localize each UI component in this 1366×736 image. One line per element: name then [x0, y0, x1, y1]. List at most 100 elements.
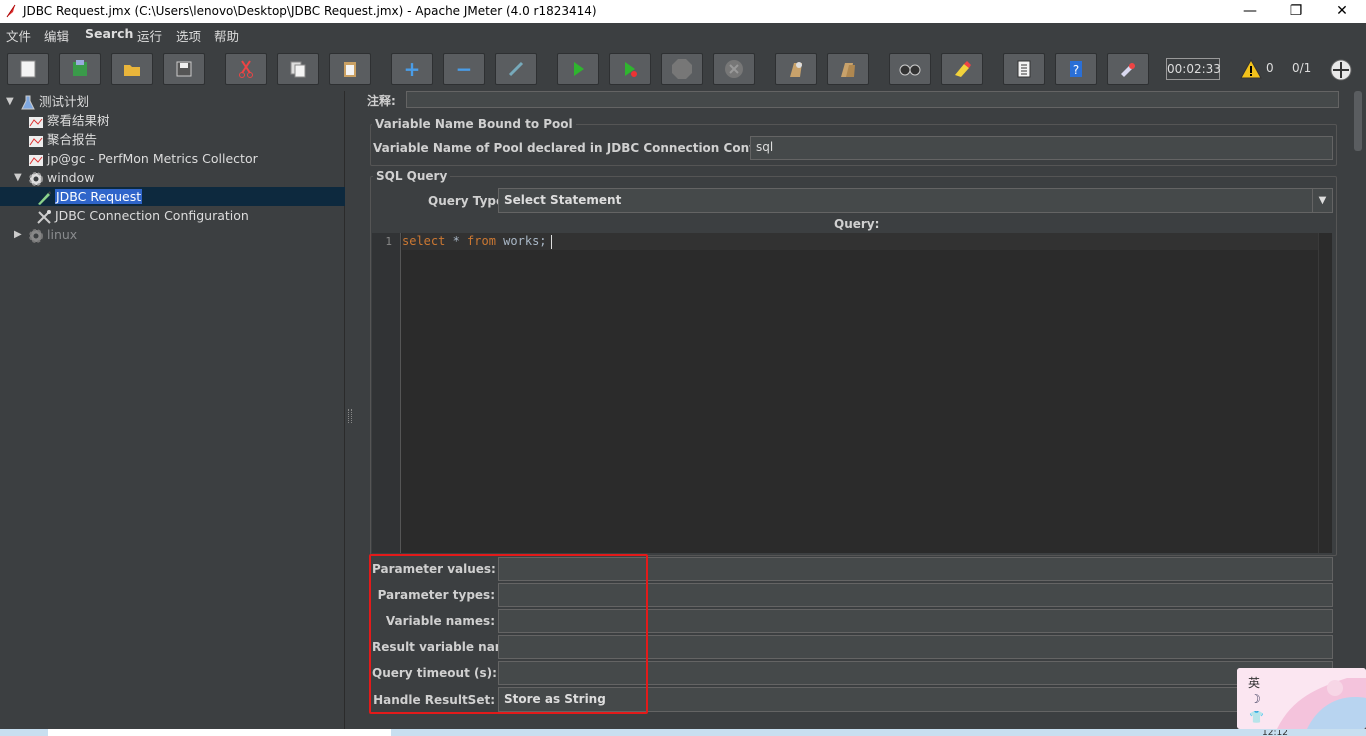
- main-vertical-scrollbar[interactable]: [1350, 91, 1366, 729]
- sql-keyword-select: select: [402, 234, 446, 248]
- new-icon: [20, 60, 36, 78]
- remote-button[interactable]: [1107, 53, 1149, 85]
- reset-search-button[interactable]: [941, 53, 983, 85]
- expand-all-button[interactable]: +: [391, 53, 433, 85]
- toggle-button[interactable]: [495, 53, 537, 85]
- new-button[interactable]: [7, 53, 49, 85]
- clear-icon: [790, 62, 802, 77]
- comments-field[interactable]: [406, 91, 1339, 108]
- menu-file[interactable]: 文件: [6, 26, 31, 45]
- start-no-pause-button[interactable]: [609, 53, 651, 85]
- restore-button[interactable]: ❐: [1273, 1, 1319, 22]
- taskbar-search[interactable]: [48, 729, 391, 736]
- taskbar-clock: 12:12: [1262, 730, 1288, 736]
- window-title: JDBC Request.jmx (C:\Users\lenovo\Deskto…: [23, 4, 597, 18]
- clear-all-button[interactable]: [827, 53, 869, 85]
- paste-icon: [344, 62, 356, 77]
- config-icon: [37, 209, 51, 224]
- collapse-icon: −: [455, 57, 473, 81]
- templates-button[interactable]: [59, 53, 101, 85]
- tree-node-aggregate-report[interactable]: 聚合报告: [0, 130, 345, 149]
- tree-node-test-plan[interactable]: ▼ 测试计划: [0, 92, 345, 111]
- start-icon: [574, 62, 584, 76]
- warning-icon[interactable]: [1240, 59, 1262, 79]
- collapse-arrow-icon[interactable]: ▼: [6, 92, 14, 111]
- splitter-grip[interactable]: [348, 409, 352, 423]
- ime-widget[interactable]: 英 ☽ 👕: [1237, 668, 1366, 729]
- tree-node-label: jp@gc - PerfMon Metrics Collector: [47, 151, 258, 166]
- panel-splitter[interactable]: [345, 91, 355, 729]
- ime-language[interactable]: 英: [1248, 674, 1260, 691]
- shutdown-button[interactable]: [713, 53, 755, 85]
- stop-icon: [672, 59, 692, 79]
- sql-text-table: works;: [495, 234, 547, 248]
- copy-icon: [290, 61, 306, 78]
- open-button[interactable]: [111, 53, 153, 85]
- tree-node-linux[interactable]: ▶ linux: [0, 225, 345, 244]
- tree-node-label: linux: [47, 227, 78, 242]
- tree-node-window[interactable]: ▼ window: [0, 168, 345, 187]
- editor-scrollbar[interactable]: [1318, 233, 1332, 553]
- tree-node-label: window: [47, 170, 95, 185]
- sql-text: *: [445, 234, 468, 248]
- tree-node-jdbc-connection-config[interactable]: JDBC Connection Configuration: [0, 206, 345, 225]
- chevron-down-icon[interactable]: ▼: [1312, 189, 1332, 212]
- help-icon: ?: [1070, 61, 1082, 77]
- query-label: Query:: [834, 217, 880, 231]
- tree-node-jdbc-request[interactable]: JDBC Request: [0, 187, 345, 206]
- search-button[interactable]: [889, 53, 931, 85]
- jmeter-feather-icon: [6, 4, 16, 18]
- menu-edit[interactable]: 编辑: [44, 26, 69, 45]
- remote-global-icon[interactable]: [1329, 58, 1353, 82]
- test-plan-icon: [21, 95, 35, 109]
- text-caret: [550, 234, 552, 249]
- svg-text:?: ?: [1073, 63, 1079, 77]
- listener-icon: [29, 135, 43, 147]
- title-bar: JDBC Request.jmx (C:\Users\lenovo\Deskto…: [0, 0, 1366, 23]
- menu-options[interactable]: 选项: [176, 26, 201, 45]
- menu-run[interactable]: 运行: [137, 26, 162, 45]
- paste-button[interactable]: [329, 53, 371, 85]
- expand-arrow-icon[interactable]: ▶: [14, 225, 22, 244]
- toolbar: + − ? 00:02:33 0 0/1: [0, 45, 1366, 91]
- start-button[interactable]: [557, 53, 599, 85]
- expand-icon: +: [403, 57, 421, 81]
- function-helper-icon: [1017, 60, 1031, 78]
- copy-button[interactable]: [277, 53, 319, 85]
- templates-icon: [73, 60, 87, 76]
- pool-group-title: Variable Name Bound to Pool: [372, 117, 576, 131]
- test-plan-tree: ▼ 测试计划 察看结果树 聚合报告 jp@gc - PerfMon Metric…: [0, 91, 345, 729]
- save-button[interactable]: [163, 53, 205, 85]
- tree-node-perfmon-collector[interactable]: jp@gc - PerfMon Metrics Collector: [0, 149, 345, 168]
- pool-variable-input[interactable]: sql: [750, 136, 1333, 160]
- query-editor[interactable]: 1 select * from works;: [372, 233, 1332, 553]
- listener-icon: [29, 116, 43, 128]
- tree-node-view-results-tree[interactable]: 察看结果树: [0, 111, 345, 130]
- menu-search[interactable]: Search: [85, 26, 133, 41]
- reset-search-icon: [955, 61, 971, 77]
- query-type-label: Query Type:: [428, 194, 509, 208]
- moon-icon[interactable]: ☽: [1250, 692, 1261, 706]
- stop-button[interactable]: [661, 53, 703, 85]
- listener-icon: [29, 154, 43, 166]
- collapse-arrow-icon[interactable]: ▼: [14, 168, 22, 187]
- query-text[interactable]: select * from works;: [402, 234, 552, 249]
- minimize-button[interactable]: —: [1227, 1, 1273, 22]
- close-button[interactable]: ✕: [1319, 1, 1365, 22]
- collapse-all-button[interactable]: −: [443, 53, 485, 85]
- open-icon: [124, 65, 140, 76]
- active-threads: 0/1: [1292, 61, 1312, 75]
- shirt-icon[interactable]: 👕: [1249, 710, 1264, 724]
- sql-keyword-from: from: [467, 234, 496, 248]
- clear-button[interactable]: [775, 53, 817, 85]
- query-type-select[interactable]: Select Statement ▼: [498, 188, 1333, 213]
- tree-node-label: JDBC Request: [55, 189, 143, 204]
- menu-help[interactable]: 帮助: [214, 26, 239, 45]
- cut-button[interactable]: [225, 53, 267, 85]
- toggle-icon: [508, 61, 524, 77]
- warning-count: 0: [1266, 61, 1274, 75]
- scrollbar-thumb[interactable]: [1354, 91, 1362, 151]
- function-helper-button[interactable]: [1003, 53, 1045, 85]
- thread-group-icon: [29, 171, 43, 186]
- help-button[interactable]: ?: [1055, 53, 1097, 85]
